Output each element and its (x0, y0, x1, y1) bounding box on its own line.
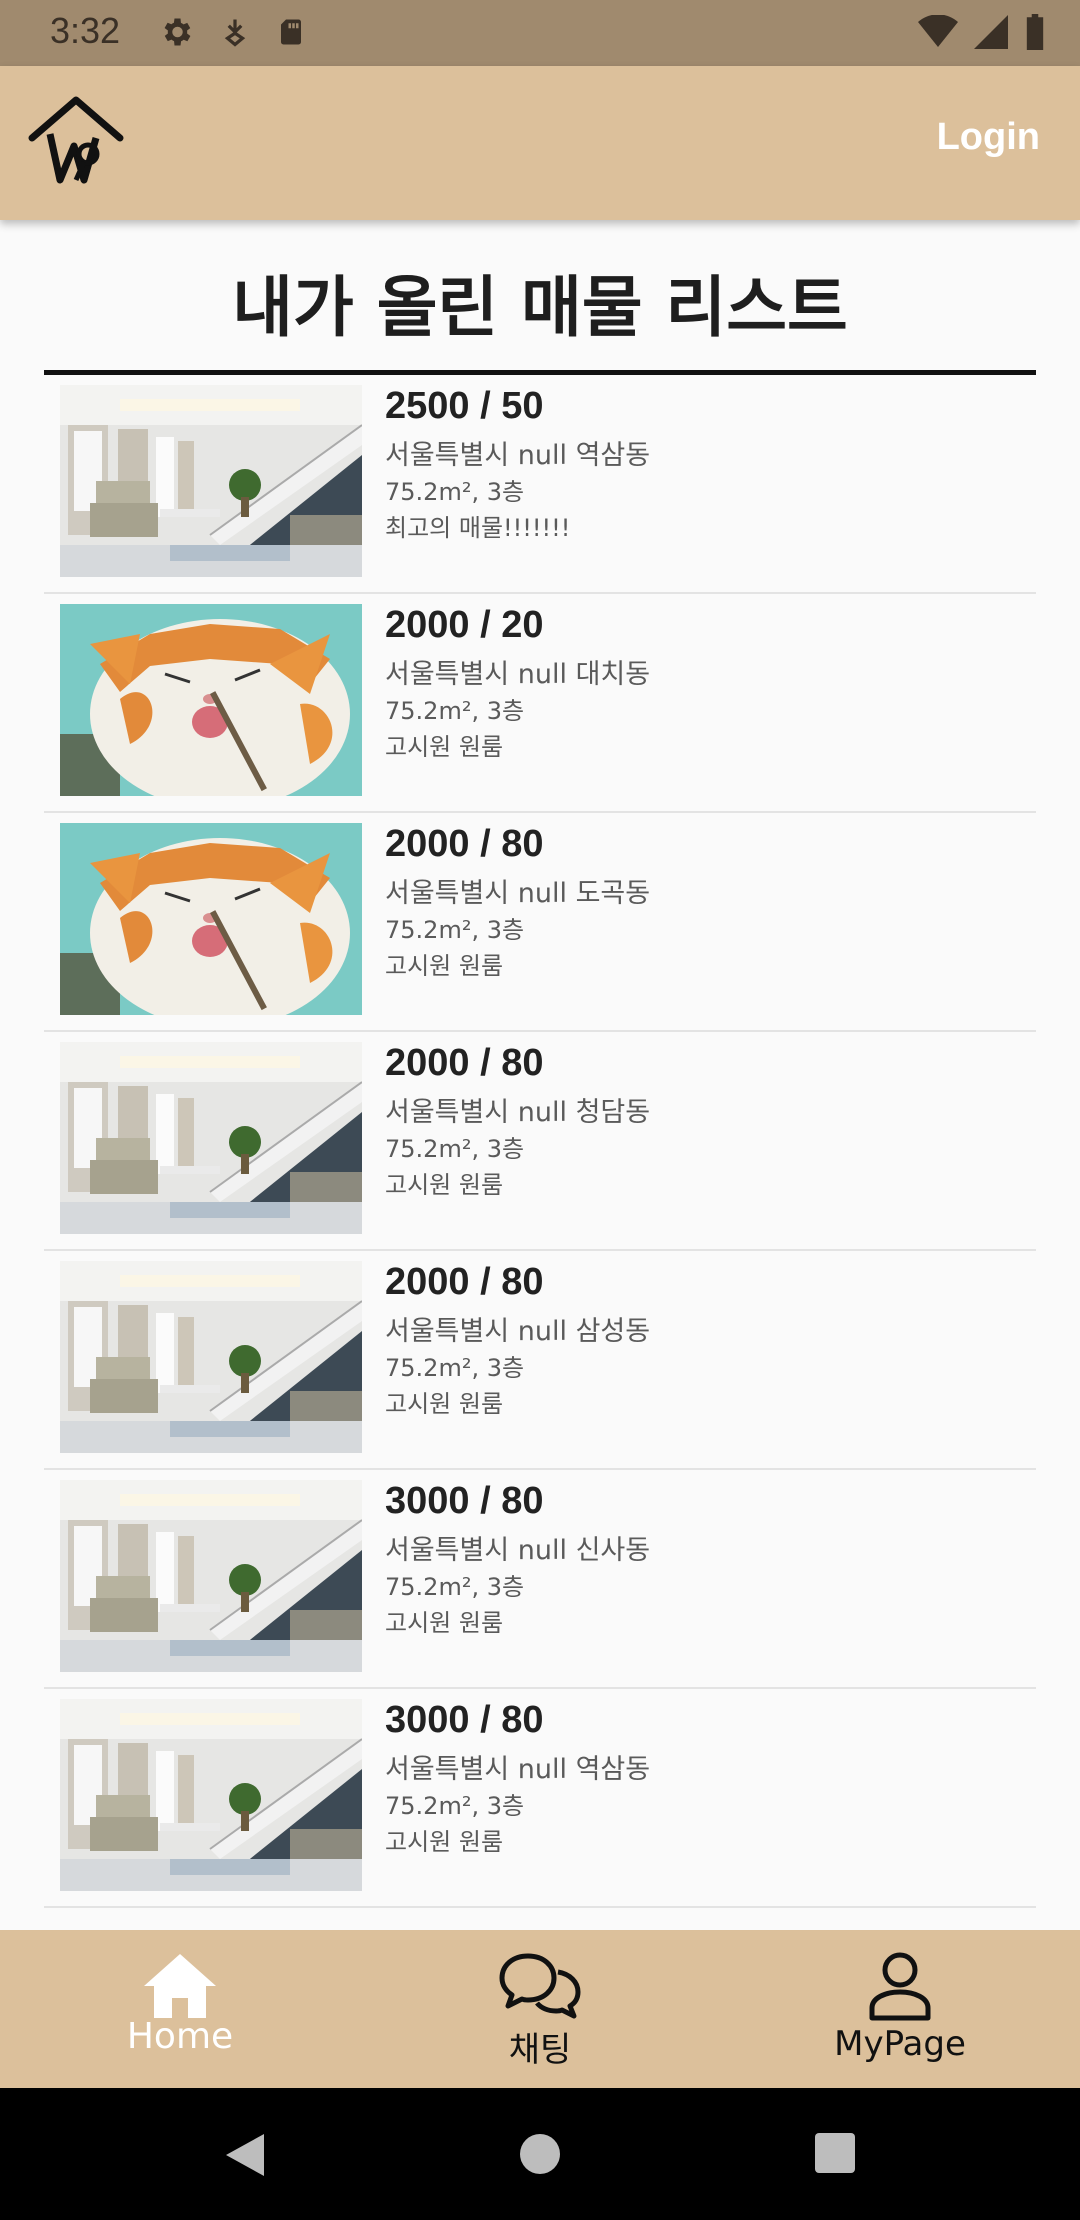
chat-icon (499, 1953, 581, 2019)
listing-item[interactable]: 2000 / 80 서울특별시 null 삼성동 75.2m², 3층고시원 원룸 (44, 1251, 1036, 1470)
listing-item[interactable]: 2000 / 80 서울특별시 null 청담동 75.2m², 3층고시원 원룸 (44, 1032, 1036, 1251)
listing-price: 2500 / 50 (385, 385, 544, 427)
nav-home-label: Home (126, 2016, 234, 2057)
listing-size: 75.2m², 3층 (385, 1573, 525, 1601)
listing-price: 2000 / 80 (385, 823, 544, 865)
listing-item[interactable]: 2000 / 20 서울특별시 null 대치동 75.2m², 3층고시원 원룸 (44, 594, 1036, 813)
person-icon (869, 1952, 931, 2021)
wifi-icon (918, 15, 958, 47)
listing-size: 75.2m², 3층 (385, 1792, 525, 1820)
listing-description: 고시원 원룸 (385, 1390, 504, 1418)
listing-item[interactable]: 2500 / 50 서울특별시 null 역삼동 75.2m², 3층최고의 매물!… (44, 375, 1036, 594)
living-room-photo (60, 385, 362, 577)
nav-chat-label: 채팅 (508, 2030, 572, 2070)
recents-icon[interactable] (814, 2132, 856, 2174)
cat-photo (60, 823, 362, 1015)
status-icons-left (158, 14, 306, 50)
listing-description: 고시원 원룸 (385, 1828, 504, 1856)
listing-price: 2000 / 20 (385, 604, 544, 646)
listing-description: 최고의 매물!!!!!!! (385, 514, 571, 542)
listing-item[interactable]: 2000 / 80 서울특별시 null 도곡동 75.2m², 3층고시원 원룸 (44, 813, 1036, 1032)
living-room-photo (60, 1042, 362, 1234)
download-icon (224, 19, 246, 47)
listing-description: 고시원 원룸 (385, 1609, 504, 1637)
listing-size: 75.2m², 3층 (385, 1354, 525, 1382)
listing-address: 서울특별시 null 역삼동 (385, 1754, 651, 1785)
home-icon (144, 1954, 216, 2018)
nav-home[interactable]: Home (0, 1930, 360, 2088)
gear-icon (164, 18, 191, 46)
house-key-logo[interactable] (26, 94, 126, 190)
listing-price: 3000 / 80 (385, 1480, 544, 1522)
battery-icon (1026, 14, 1044, 50)
listing-item[interactable]: 3000 / 80 서울특별시 null 신사동 75.2m², 3층고시원 원룸 (44, 1470, 1036, 1689)
signal-icon (974, 15, 1008, 49)
listing-address: 서울특별시 null 삼성동 (385, 1316, 651, 1347)
bottom-nav: Home 채팅 MyPage (0, 1930, 1080, 2088)
listing-description: 고시원 원룸 (385, 733, 504, 761)
cat-photo (60, 604, 362, 796)
login-button[interactable]: Login (937, 116, 1040, 159)
app-bar: Login (0, 66, 1080, 220)
sd-card-icon (281, 19, 301, 45)
system-nav-bar (0, 2088, 1080, 2220)
listing-item[interactable]: 3000 / 80 서울특별시 null 역삼동 75.2m², 3층고시원 원룸 (44, 1689, 1036, 1908)
listing-address: 서울특별시 null 청담동 (385, 1097, 651, 1128)
status-time: 3:32 (50, 10, 121, 51)
listing-size: 75.2m², 3층 (385, 1135, 525, 1163)
listing-price: 3000 / 80 (385, 1699, 544, 1741)
nav-mypage[interactable]: MyPage (720, 1930, 1080, 2088)
listing-price: 2000 / 80 (385, 1042, 544, 1084)
listing-address: 서울특별시 null 대치동 (385, 659, 651, 690)
status-icons-right (918, 14, 1046, 50)
listing-price: 2000 / 80 (385, 1261, 544, 1303)
nav-mypage-label: MyPage (834, 2024, 966, 2064)
listing-size: 75.2m², 3층 (385, 478, 525, 506)
page-title: 내가 올린 매물 리스트 (232, 269, 848, 346)
listing-size: 75.2m², 3층 (385, 916, 525, 944)
living-room-photo (60, 1261, 362, 1453)
status-bar: 3:32 (0, 0, 1080, 66)
nav-chat[interactable]: 채팅 (360, 1930, 720, 2088)
living-room-photo (60, 1480, 362, 1672)
listing-address: 서울특별시 null 역삼동 (385, 440, 651, 471)
back-icon[interactable] (222, 2132, 266, 2178)
listing-size: 75.2m², 3층 (385, 697, 525, 725)
listing-description: 고시원 원룸 (385, 952, 504, 980)
listing-address: 서울특별시 null 신사동 (385, 1535, 651, 1566)
living-room-photo (60, 1699, 362, 1891)
listing-address: 서울특별시 null 도곡동 (385, 878, 651, 909)
listing-description: 고시원 원룸 (385, 1171, 504, 1199)
home-circle-icon[interactable] (518, 2132, 562, 2176)
listing-list[interactable]: 2500 / 50 서울특별시 null 역삼동 75.2m², 3층 최고의 매물!… (44, 375, 1036, 1930)
